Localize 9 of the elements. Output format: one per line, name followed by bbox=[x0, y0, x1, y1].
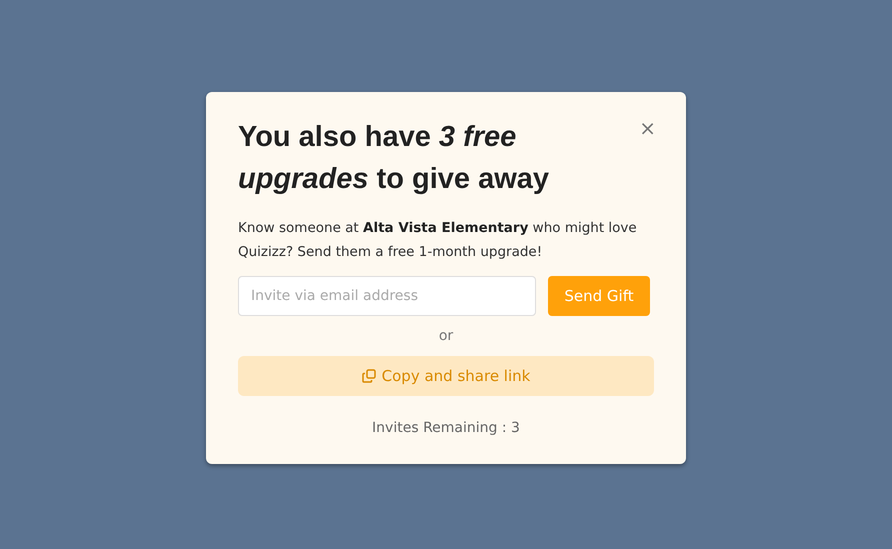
or-separator: or bbox=[438, 327, 454, 346]
dialog-title: You also have 3 free upgrades to give away bbox=[238, 120, 550, 197]
close-button[interactable]: × bbox=[635, 118, 660, 138]
email-field[interactable]: Invite via email address bbox=[238, 276, 536, 316]
invite-message: Know someone at Alta Vista Elementary who might love Quizizz? Send them a free 1-month upgrade! bbox=[238, 219, 638, 262]
send-gift-button[interactable]: Send Gift bbox=[548, 276, 650, 316]
invites-remaining: Invites Remaining : 3 bbox=[372, 419, 520, 438]
copy-link-button[interactable]: Copy and share link bbox=[238, 356, 654, 396]
copy-icon bbox=[362, 369, 376, 383]
